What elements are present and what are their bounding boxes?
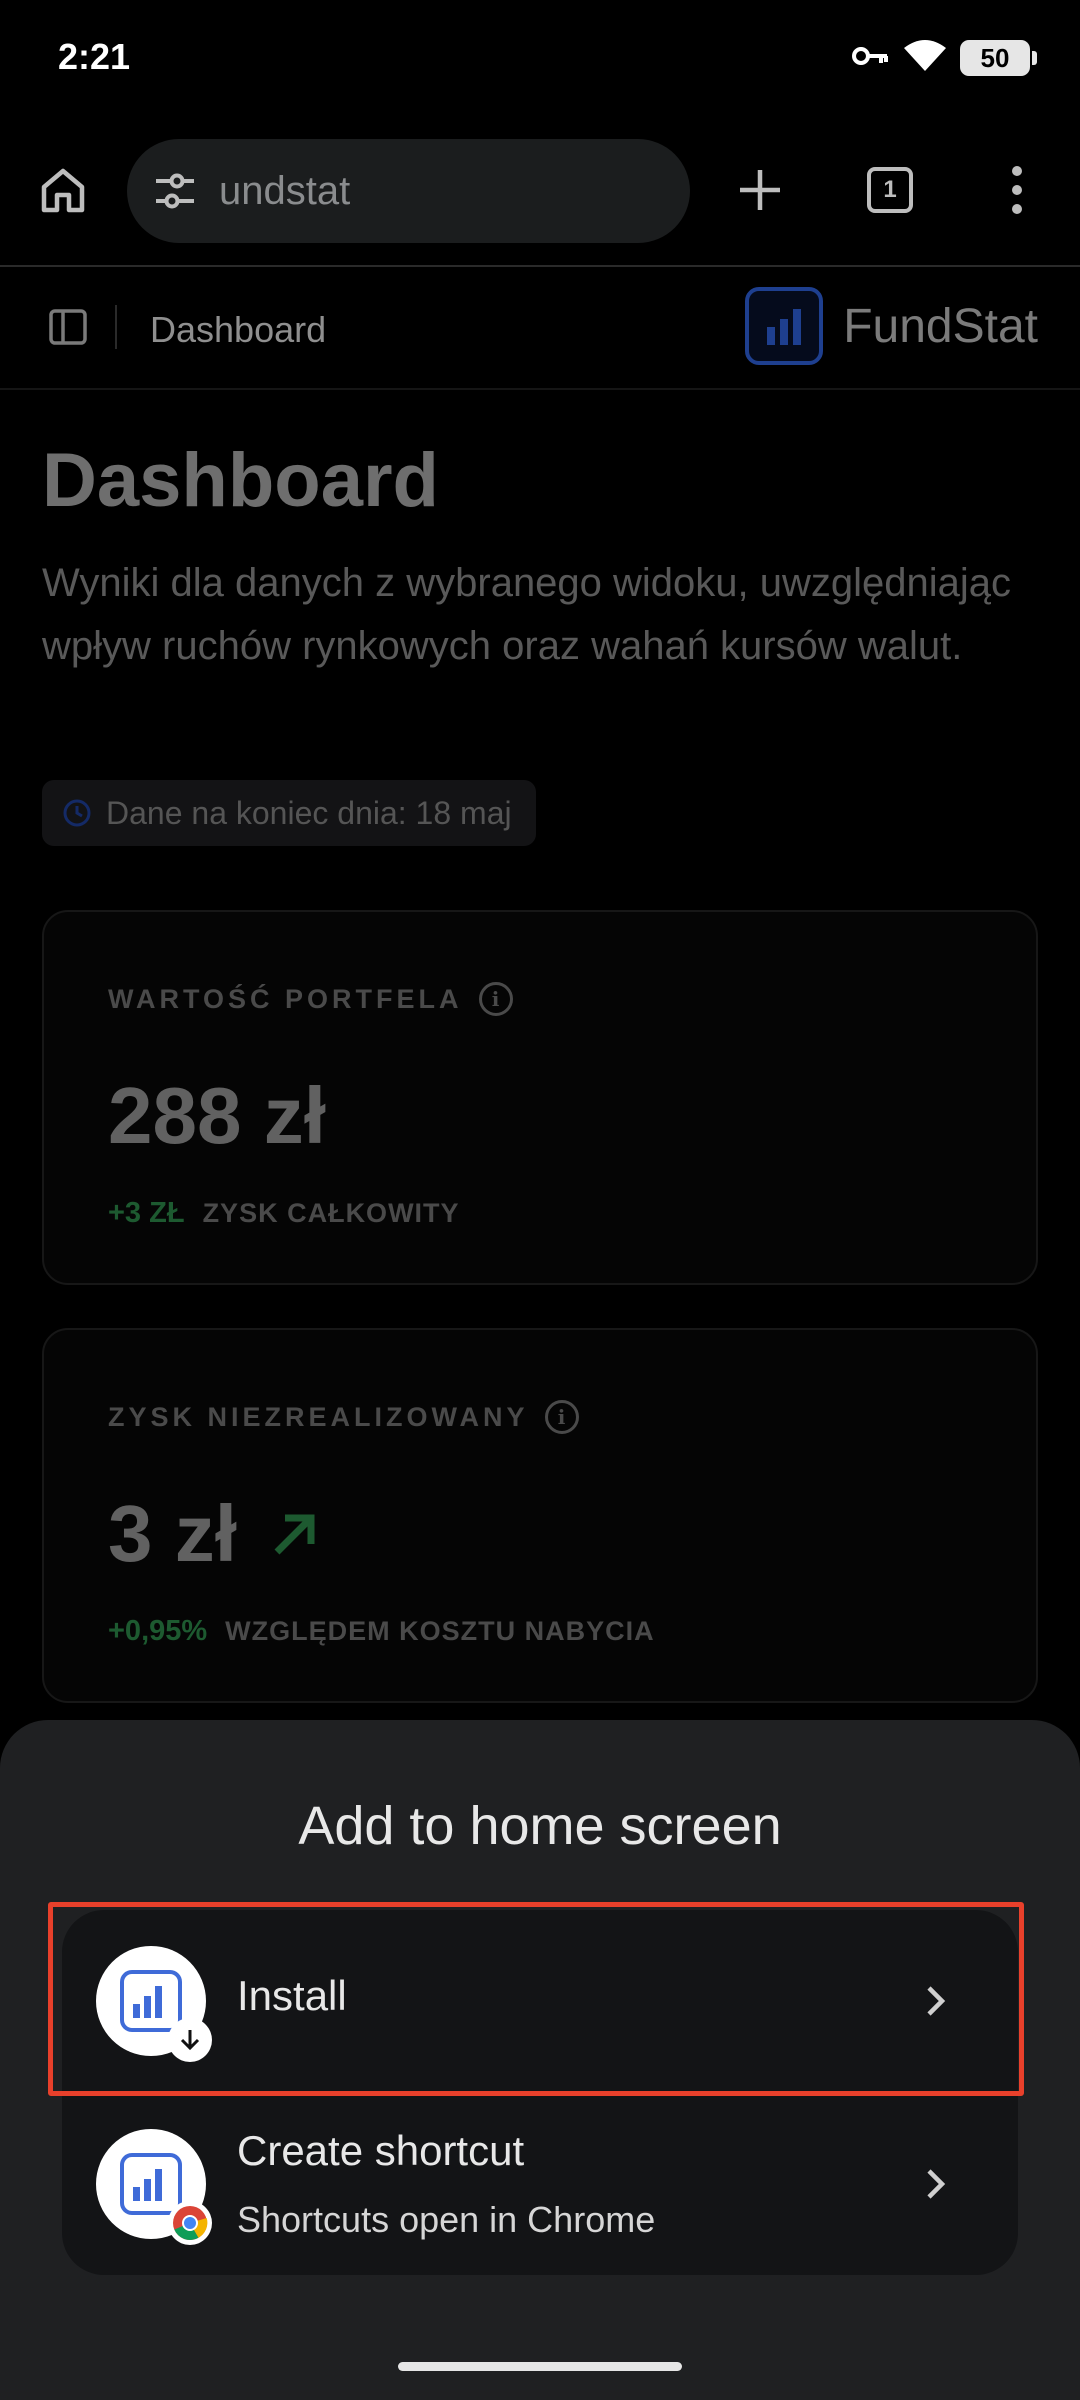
download-badge bbox=[168, 2018, 212, 2062]
unrealized-gain-card: ZYSK NIEZREALIZOWANY i 3 zł +0,95% WZGLĘ… bbox=[42, 1328, 1038, 1703]
browser-toolbar: undstat 1 bbox=[0, 125, 1080, 259]
bar-chart-icon bbox=[133, 2169, 162, 2201]
browser-menu-button[interactable] bbox=[982, 155, 1052, 225]
download-icon bbox=[180, 2030, 200, 2051]
page-description: Wyniki dla danych z wybranego widoku, uw… bbox=[42, 561, 1012, 668]
add-to-home-sheet: Add to home screen Install Create shortc… bbox=[0, 1720, 1080, 2400]
arrow-up-right-icon bbox=[274, 1514, 315, 1555]
app-icon bbox=[96, 1946, 212, 2062]
battery-level: 50 bbox=[980, 42, 1010, 73]
page-header: Dashboard FundStat bbox=[0, 267, 1080, 390]
site-settings-button[interactable] bbox=[147, 163, 203, 219]
brand-logo bbox=[745, 287, 824, 365]
clock-icon bbox=[63, 799, 91, 827]
fundstat-logo bbox=[120, 1970, 182, 2032]
card-value: 288 zł bbox=[108, 1070, 326, 1162]
app-icon bbox=[96, 2129, 212, 2245]
gesture-home-indicator[interactable] bbox=[398, 2362, 682, 2371]
gain-value: +3 ZŁ bbox=[108, 1197, 185, 1229]
tune-icon bbox=[156, 173, 194, 209]
battery-icon: 50 bbox=[960, 40, 1037, 76]
bar-chart-icon bbox=[767, 309, 802, 345]
card-value-text: 3 zł bbox=[108, 1489, 237, 1578]
create-shortcut-option[interactable]: Create shortcut Shortcuts open in Chrome bbox=[62, 2093, 1018, 2275]
wifi-icon bbox=[904, 39, 946, 77]
card-label-text: WARTOŚĆ PORTFELA bbox=[108, 983, 463, 1014]
status-icons: 50 bbox=[852, 38, 1037, 78]
home-icon bbox=[41, 168, 85, 213]
card-value: 3 zł bbox=[108, 1488, 323, 1580]
sheet-title: Add to home screen bbox=[298, 1796, 782, 1856]
card-label: WARTOŚĆ PORTFELA i bbox=[108, 982, 513, 1016]
chevron-right-icon bbox=[927, 1986, 946, 2016]
url-text[interactable]: undstat bbox=[219, 169, 350, 214]
sidebar-toggle-button[interactable] bbox=[48, 307, 88, 347]
create-shortcut-subtitle: Shortcuts open in Chrome bbox=[237, 2199, 656, 2240]
more-vert-icon bbox=[1012, 166, 1022, 214]
gain-label: ZYSK CAŁKOWITY bbox=[202, 1198, 460, 1228]
card-label: ZYSK NIEZREALIZOWANY i bbox=[108, 1400, 579, 1434]
tabs-icon: 1 bbox=[867, 167, 913, 213]
home-button[interactable] bbox=[28, 155, 98, 225]
gain-label: WZGLĘDEM KOSZTU NABYCIA bbox=[225, 1616, 655, 1646]
card-footer: +0,95% WZGLĘDEM KOSZTU NABYCIA bbox=[108, 1615, 655, 1648]
tab-count: 1 bbox=[883, 176, 897, 203]
card-footer: +3 ZŁ ZYSK CAŁKOWITY bbox=[108, 1197, 460, 1230]
card-value-text: 288 zł bbox=[108, 1071, 326, 1160]
brand[interactable]: FundStat bbox=[745, 286, 1038, 366]
info-icon[interactable]: i bbox=[544, 1400, 579, 1434]
tab-switcher-button[interactable]: 1 bbox=[855, 155, 925, 225]
chrome-icon bbox=[173, 2206, 208, 2240]
status-time: 2:21 bbox=[58, 36, 131, 77]
brand-name: FundStat bbox=[843, 299, 1038, 353]
date-chip-text: Dane na koniec dnia: 18 maj bbox=[106, 794, 512, 831]
info-icon[interactable]: i bbox=[478, 982, 513, 1016]
gain-value: +0,95% bbox=[108, 1615, 208, 1647]
header-separator bbox=[115, 305, 117, 349]
bar-chart-icon bbox=[133, 1986, 162, 2018]
install-option[interactable]: Install bbox=[62, 1910, 1018, 2092]
status-bar: 2:21 50 bbox=[0, 0, 1080, 115]
install-label: Install bbox=[237, 1972, 347, 2019]
portfolio-value-card: WARTOŚĆ PORTFELA i 288 zł +3 ZŁ ZYSK CAŁ… bbox=[42, 910, 1038, 1285]
sidebar-icon bbox=[49, 309, 87, 345]
new-tab-button[interactable] bbox=[725, 155, 795, 225]
omnibox[interactable]: undstat bbox=[127, 139, 690, 243]
card-label-text: ZYSK NIEZREALIZOWANY bbox=[108, 1401, 529, 1432]
chrome-badge bbox=[168, 2201, 212, 2245]
create-shortcut-label: Create shortcut bbox=[237, 2127, 525, 2174]
sheet-options: Install Create shortcut Shortcuts open i… bbox=[62, 1910, 1018, 2275]
vpn-key-icon bbox=[852, 43, 890, 74]
plus-icon bbox=[740, 170, 780, 210]
page-title: Dashboard bbox=[42, 438, 439, 523]
breadcrumb[interactable]: Dashboard bbox=[150, 309, 326, 351]
chevron-right-icon bbox=[927, 2169, 946, 2199]
date-chip: Dane na koniec dnia: 18 maj bbox=[42, 780, 536, 846]
